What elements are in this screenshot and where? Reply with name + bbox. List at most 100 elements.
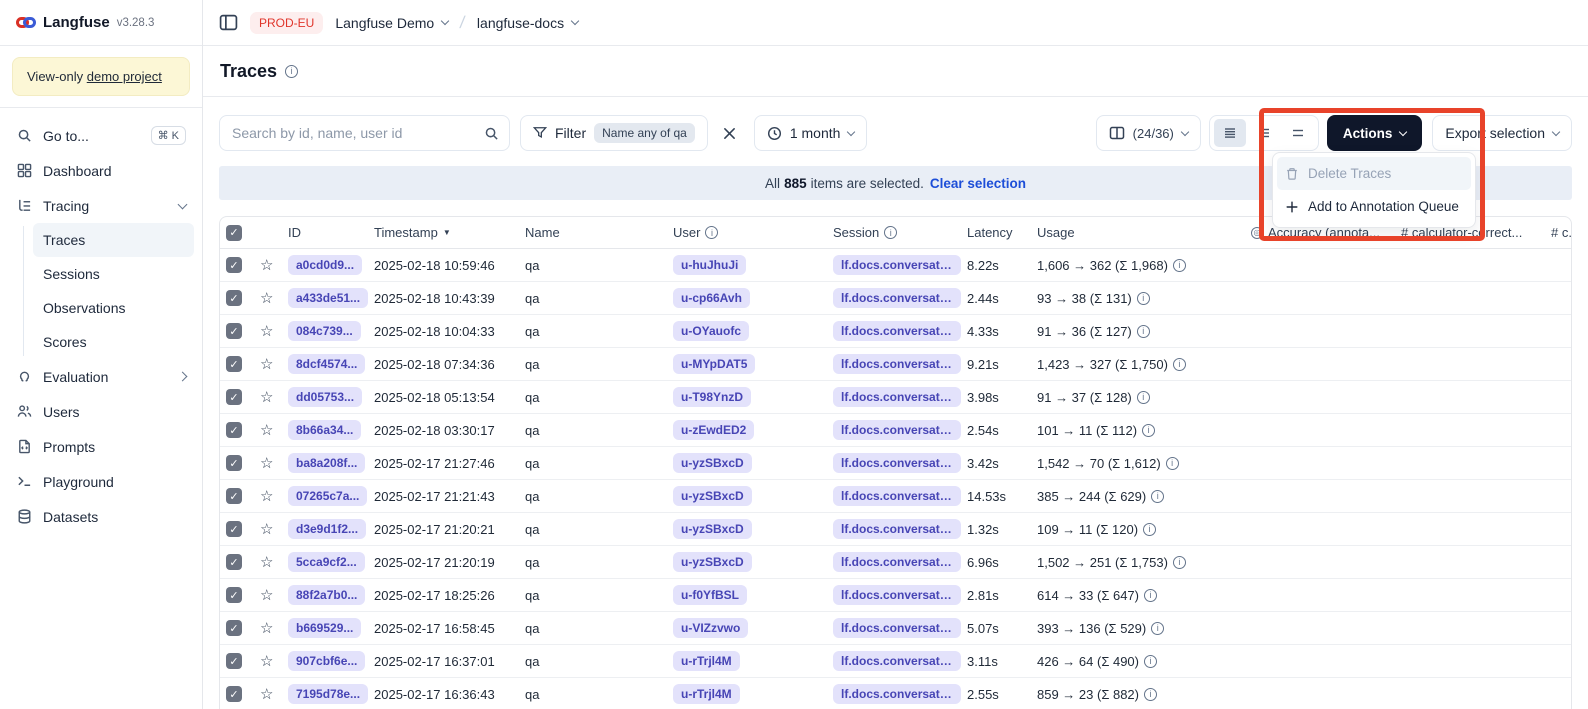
user-badge[interactable]: u-MYpDAT5 xyxy=(673,354,755,374)
user-badge[interactable]: u-T98YnzD xyxy=(673,387,751,407)
session-badge[interactable]: lf.docs.conversation... xyxy=(833,387,961,407)
row-checkbox[interactable]: ✓ xyxy=(226,554,242,570)
session-badge[interactable]: lf.docs.conversation... xyxy=(833,552,961,572)
sidebar-item-datasets[interactable]: Datasets xyxy=(8,499,194,534)
trace-id-badge[interactable]: 88f2a7b0... xyxy=(288,585,365,605)
sidebar-item-playground[interactable]: Playground xyxy=(8,464,194,499)
columns-button[interactable]: (24/36) xyxy=(1096,115,1201,151)
clear-selection-link[interactable]: Clear selection xyxy=(930,176,1026,191)
info-icon[interactable]: i xyxy=(1151,490,1164,503)
session-badge[interactable]: lf.docs.conversation... xyxy=(833,519,961,539)
star-icon[interactable]: ☆ xyxy=(260,522,273,537)
info-icon[interactable]: i xyxy=(1137,292,1150,305)
project-selector[interactable]: langfuse-docs xyxy=(477,15,578,31)
session-badge[interactable]: lf.docs.conversation... xyxy=(833,486,961,506)
column-header-session[interactable]: Sessioni xyxy=(833,225,967,240)
session-badge[interactable]: lf.docs.conversation... xyxy=(833,255,961,275)
row-checkbox[interactable]: ✓ xyxy=(226,323,242,339)
table-row[interactable]: ✓☆5cca9cf2...2025-02-17 21:20:19qau-yzSB… xyxy=(220,546,1571,579)
time-range-button[interactable]: 1 month xyxy=(754,115,868,151)
row-checkbox[interactable]: ✓ xyxy=(226,455,242,471)
table-row[interactable]: ✓☆8dcf4574...2025-02-18 07:34:36qau-MYpD… xyxy=(220,348,1571,381)
user-badge[interactable]: u-OYauofc xyxy=(673,321,749,341)
table-row[interactable]: ✓☆b669529...2025-02-17 16:58:45qau-VIZzv… xyxy=(220,612,1571,645)
info-icon[interactable]: i xyxy=(1144,688,1157,701)
sidebar-item-traces[interactable]: Traces xyxy=(33,223,194,257)
trace-id-badge[interactable]: 084c739... xyxy=(288,321,361,341)
trace-id-badge[interactable]: d3e9d1f2... xyxy=(288,519,366,539)
row-checkbox[interactable]: ✓ xyxy=(226,290,242,306)
sidebar-item-goto[interactable]: Go to... ⌘ K xyxy=(8,118,194,153)
row-checkbox[interactable]: ✓ xyxy=(226,521,242,537)
star-icon[interactable]: ☆ xyxy=(260,588,273,603)
info-icon[interactable]: i xyxy=(1142,424,1155,437)
star-icon[interactable]: ☆ xyxy=(260,324,273,339)
trace-id-badge[interactable]: a0cd0d9... xyxy=(288,255,362,275)
org-selector[interactable]: Langfuse Demo xyxy=(335,15,448,31)
info-icon[interactable]: i xyxy=(1173,259,1186,272)
column-header-user[interactable]: Useri xyxy=(673,225,833,240)
star-icon[interactable]: ☆ xyxy=(260,621,273,636)
star-icon[interactable]: ☆ xyxy=(260,357,273,372)
row-checkbox[interactable]: ✓ xyxy=(226,653,242,669)
user-badge[interactable]: u-rTrjl4M xyxy=(673,684,740,704)
info-icon[interactable]: i xyxy=(1143,523,1156,536)
session-badge[interactable]: lf.docs.conversation... xyxy=(833,288,961,308)
sidebar-item-prompts[interactable]: Prompts xyxy=(8,429,194,464)
table-row[interactable]: ✓☆a0cd0d9...2025-02-18 10:59:46qau-huJhu… xyxy=(220,249,1571,282)
table-row[interactable]: ✓☆907cbf6e...2025-02-17 16:37:01qau-rTrj… xyxy=(220,645,1571,678)
sidebar-item-evaluation[interactable]: Evaluation xyxy=(8,359,194,394)
sidebar-item-sessions[interactable]: Sessions xyxy=(33,257,194,291)
row-height-medium-icon[interactable] xyxy=(1248,119,1280,147)
info-icon[interactable]: i xyxy=(1173,358,1186,371)
clear-filter-icon[interactable] xyxy=(716,119,744,147)
row-checkbox[interactable]: ✓ xyxy=(226,356,242,372)
session-badge[interactable]: lf.docs.conversation... xyxy=(833,453,961,473)
trace-id-badge[interactable]: 907cbf6e... xyxy=(288,651,365,671)
user-badge[interactable]: u-yzSBxcD xyxy=(673,519,752,539)
menu-item-add-to-annotation-queue[interactable]: Add to Annotation Queue xyxy=(1277,190,1471,223)
table-row[interactable]: ✓☆dd05753...2025-02-18 05:13:54qau-T98Yn… xyxy=(220,381,1571,414)
info-icon[interactable]: i xyxy=(1151,622,1164,635)
star-icon[interactable]: ☆ xyxy=(260,456,273,471)
row-checkbox[interactable]: ✓ xyxy=(226,422,242,438)
table-row[interactable]: ✓☆ba8a208f...2025-02-17 21:27:46qau-yzSB… xyxy=(220,447,1571,480)
row-height-large-icon[interactable] xyxy=(1282,119,1314,147)
trace-id-badge[interactable]: dd05753... xyxy=(288,387,362,407)
trace-id-badge[interactable]: 07265c7a... xyxy=(288,486,367,506)
user-badge[interactable]: u-cp66Avh xyxy=(673,288,750,308)
sidebar-item-observations[interactable]: Observations xyxy=(33,291,194,325)
trace-id-badge[interactable]: a433de51... xyxy=(288,288,368,308)
select-all-checkbox[interactable]: ✓ xyxy=(226,225,242,241)
row-checkbox[interactable]: ✓ xyxy=(226,587,242,603)
info-icon[interactable]: i xyxy=(285,65,298,78)
user-badge[interactable]: u-yzSBxcD xyxy=(673,486,752,506)
table-row[interactable]: ✓☆d3e9d1f2...2025-02-17 21:20:21qau-yzSB… xyxy=(220,513,1571,546)
star-icon[interactable]: ☆ xyxy=(260,291,273,306)
session-badge[interactable]: lf.docs.conversation... xyxy=(833,420,961,440)
row-checkbox[interactable]: ✓ xyxy=(226,389,242,405)
column-header-id[interactable]: ID xyxy=(288,225,374,240)
star-icon[interactable]: ☆ xyxy=(260,489,273,504)
row-checkbox[interactable]: ✓ xyxy=(226,257,242,273)
trace-id-badge[interactable]: 8b66a34... xyxy=(288,420,361,440)
user-badge[interactable]: u-rTrjl4M xyxy=(673,651,740,671)
sidebar-item-users[interactable]: Users xyxy=(8,394,194,429)
sidebar-item-tracing[interactable]: Tracing xyxy=(8,188,194,223)
table-row[interactable]: ✓☆7195d78e...2025-02-17 16:36:43qau-rTrj… xyxy=(220,678,1571,709)
demo-project-link[interactable]: demo project xyxy=(87,69,162,84)
export-selection-button[interactable]: Export selection xyxy=(1432,115,1572,151)
row-height-small-icon[interactable] xyxy=(1214,119,1246,147)
info-icon[interactable]: i xyxy=(1137,391,1150,404)
trace-id-badge[interactable]: b669529... xyxy=(288,618,361,638)
star-icon[interactable]: ☆ xyxy=(260,654,273,669)
session-badge[interactable]: lf.docs.conversation... xyxy=(833,354,961,374)
row-checkbox[interactable]: ✓ xyxy=(226,488,242,504)
trace-id-badge[interactable]: 7195d78e... xyxy=(288,684,368,704)
info-icon[interactable]: i xyxy=(1173,556,1186,569)
star-icon[interactable]: ☆ xyxy=(260,423,273,438)
star-icon[interactable]: ☆ xyxy=(260,555,273,570)
star-icon[interactable]: ☆ xyxy=(260,258,273,273)
filter-button[interactable]: Filter Name any of qa xyxy=(520,115,708,151)
column-header-timestamp[interactable]: Timestamp▼ xyxy=(374,225,525,240)
